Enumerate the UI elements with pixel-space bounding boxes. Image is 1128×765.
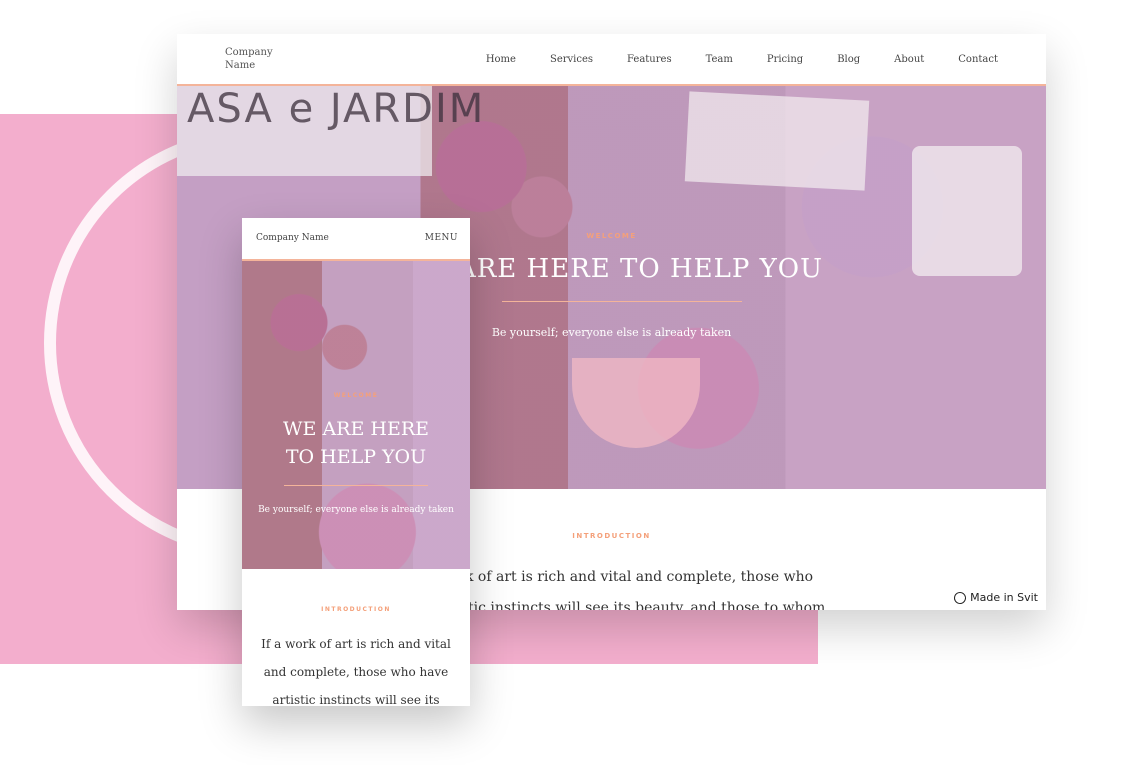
mobile-hero-subtitle: Be yourself; everyone else is already ta… xyxy=(258,505,454,515)
made-in-svit-label: Made in Svit xyxy=(970,591,1038,604)
hero-paper-image xyxy=(684,91,870,191)
mobile-navbar: Company Name MENU xyxy=(242,218,470,261)
desktop-nav-links: Home Services Features Team Pricing Blog… xyxy=(486,54,998,65)
nav-about[interactable]: About xyxy=(894,54,924,65)
planet-icon xyxy=(951,589,969,606)
nav-contact[interactable]: Contact xyxy=(958,54,998,65)
mobile-mockup: Company Name MENU WELCOME WE ARE HERE TO… xyxy=(242,218,470,706)
desktop-navbar: Company Name Home Services Features Team… xyxy=(177,34,1046,86)
mobile-logo[interactable]: Company Name xyxy=(256,233,329,243)
hero-magazine-title: ASA e JARDIM xyxy=(187,86,486,132)
nav-features[interactable]: Features xyxy=(627,54,672,65)
desktop-hero-divider xyxy=(502,301,742,302)
made-in-svit-badge[interactable]: Made in Svit xyxy=(950,589,1042,606)
nav-home[interactable]: Home xyxy=(486,54,516,65)
mobile-intro-label: INTRODUCTION xyxy=(321,606,391,613)
mobile-welcome-label: WELCOME xyxy=(333,392,379,399)
mobile-hero-divider xyxy=(284,485,428,486)
nav-team[interactable]: Team xyxy=(706,54,733,65)
mobile-menu-button[interactable]: MENU xyxy=(425,233,458,243)
mobile-hero-title: WE ARE HERE TO HELP YOU xyxy=(283,418,429,468)
nav-pricing[interactable]: Pricing xyxy=(767,54,803,65)
nav-blog[interactable]: Blog xyxy=(837,54,860,65)
mobile-hero: WELCOME WE ARE HERE TO HELP YOU Be yours… xyxy=(242,261,470,569)
desktop-logo[interactable]: Company Name xyxy=(225,46,285,72)
hero-bowl-image xyxy=(572,358,700,448)
nav-services[interactable]: Services xyxy=(550,54,593,65)
mobile-intro-text: If a work of art is rich and vital and c… xyxy=(261,637,451,706)
